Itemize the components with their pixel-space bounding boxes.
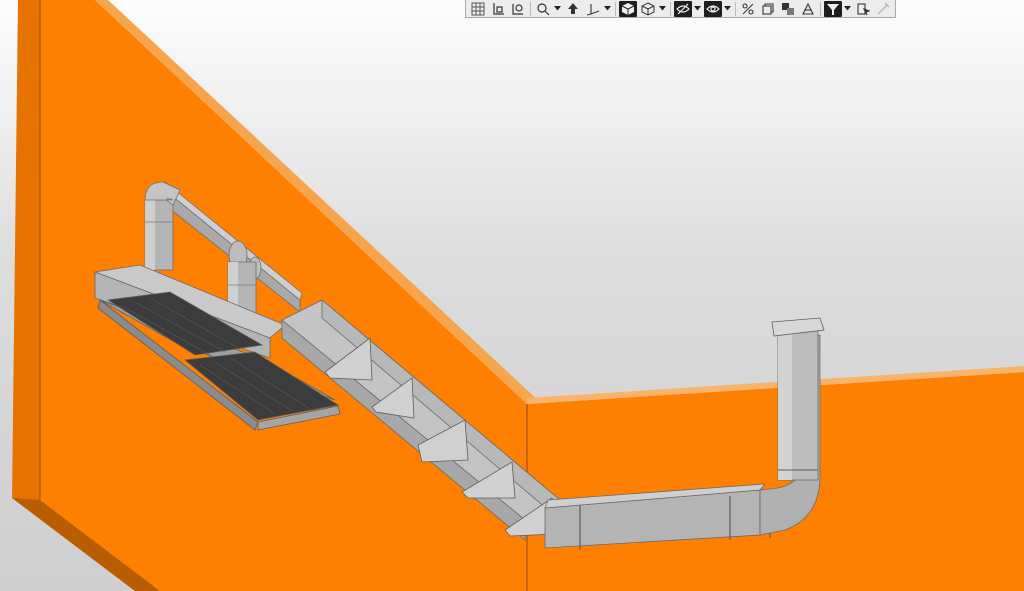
- layers-icon[interactable]: [779, 1, 797, 17]
- section-icon[interactable]: [759, 1, 777, 17]
- toolbar-separator: [735, 1, 736, 16]
- hide-dropdown-icon[interactable]: [693, 1, 702, 17]
- shaded-cube-icon[interactable]: [619, 0, 637, 17]
- grid-icon[interactable]: [469, 1, 487, 17]
- hide-eye-icon[interactable]: [674, 0, 692, 17]
- zoom-icon[interactable]: [534, 1, 552, 17]
- toolbar-separator: [670, 1, 671, 16]
- toolbar-separator: [615, 1, 616, 16]
- 3d-viewport[interactable]: [0, 0, 1024, 591]
- local-cs-icon[interactable]: [489, 1, 507, 17]
- cube-dropdown-icon[interactable]: [658, 1, 667, 17]
- zoom-dropdown-icon[interactable]: [553, 1, 562, 17]
- axes-icon[interactable]: [584, 1, 602, 17]
- filter-dropdown-icon[interactable]: [843, 1, 852, 17]
- filter-icon[interactable]: [824, 0, 842, 17]
- pencil-icon[interactable]: [874, 1, 892, 17]
- right-wall-face[interactable]: [527, 372, 1024, 591]
- axes-dropdown-icon[interactable]: [603, 1, 612, 17]
- show-dropdown-icon[interactable]: [723, 1, 732, 17]
- toolbar-separator: [530, 1, 531, 16]
- model-scene[interactable]: [0, 0, 1024, 591]
- show-eye-icon[interactable]: [704, 0, 722, 17]
- snap-icon[interactable]: [739, 1, 757, 17]
- wireframe-cube-icon[interactable]: [639, 1, 657, 17]
- toolbar-separator: [820, 1, 821, 16]
- view-toolbar: [465, 0, 896, 18]
- display-icon[interactable]: [799, 1, 817, 17]
- view-orient-icon[interactable]: [509, 1, 527, 17]
- pan-rotate-icon[interactable]: [564, 1, 582, 17]
- select-filter-icon[interactable]: [854, 1, 872, 17]
